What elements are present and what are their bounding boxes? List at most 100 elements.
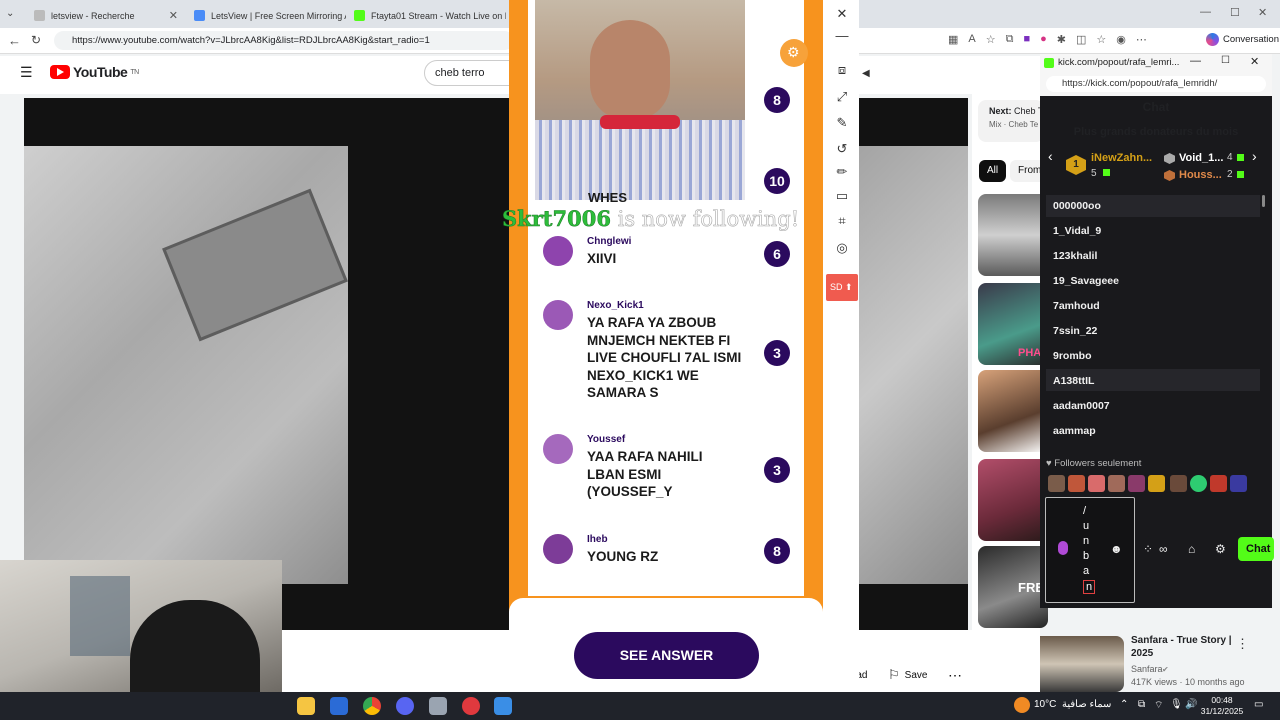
suggestion-thumbnail[interactable]	[978, 194, 1048, 276]
address-bar[interactable]: https://www.youtube.com/watch?v=JLbrcAA8…	[54, 31, 514, 50]
tab-list-chevron-icon[interactable]: ⌄	[6, 8, 14, 19]
crop-icon[interactable]: ⌗	[834, 213, 850, 229]
chip-all[interactable]: All	[979, 160, 1007, 182]
file-explorer-icon[interactable]	[297, 697, 315, 715]
back-icon[interactable]: ←	[8, 33, 21, 48]
weather-temp[interactable]: 10°C	[1034, 699, 1056, 710]
mention-user[interactable]: 9rombo	[1053, 350, 1092, 362]
emote[interactable]	[1108, 475, 1125, 492]
record-icon[interactable]: ◎	[834, 240, 850, 256]
maximize-icon[interactable]: ☐	[1230, 6, 1240, 19]
mention-user[interactable]: 7amhoud	[1053, 300, 1100, 312]
suggestion-channel[interactable]: Sanfara	[1131, 664, 1163, 674]
app-grid-icon[interactable]: ▦	[948, 33, 958, 46]
close-icon[interactable]: ✕	[1250, 55, 1259, 68]
infinity-icon[interactable]: ∞	[1159, 542, 1168, 556]
system-clock[interactable]: 00:48 31/12/2025	[1200, 695, 1244, 717]
microphone-icon[interactable]	[1058, 541, 1068, 555]
extension-purple-icon[interactable]: ■	[1023, 33, 1030, 46]
recorder-icon[interactable]	[462, 697, 480, 715]
emote[interactable]	[1128, 475, 1145, 492]
reload-icon[interactable]: ↻	[31, 33, 41, 47]
split-screen-icon[interactable]: ◫	[1076, 33, 1086, 46]
next-arrow-icon[interactable]: ›	[1252, 148, 1257, 164]
tab-kick-stream[interactable]: Ftayta01 Stream - Watch Live on K ✕	[346, 3, 506, 28]
read-aloud-icon[interactable]: A	[968, 33, 975, 46]
mention-user[interactable]: 000000oo	[1053, 200, 1101, 212]
chrome-icon[interactable]	[363, 697, 381, 715]
emote[interactable]	[1148, 475, 1165, 492]
favorites-icon[interactable]: ☆	[1096, 33, 1106, 46]
screenshot-icon[interactable]: ⧈	[834, 62, 850, 78]
chat-settings-icon[interactable]: ⚙	[1215, 542, 1226, 556]
hamburger-menu-icon[interactable]: ☰	[20, 64, 33, 81]
extension-pink-icon[interactable]: ●	[1040, 33, 1047, 46]
suggestion-thumbnail[interactable]: PHA	[978, 283, 1048, 365]
pin-icon[interactable]: ✎	[834, 115, 850, 131]
donor-name[interactable]: iNewZahn...	[1091, 152, 1152, 164]
volume-icon[interactable]: 🔊	[1185, 699, 1197, 710]
app-icon[interactable]	[429, 697, 447, 715]
scroll-left-arrow-icon[interactable]: ◀	[862, 68, 870, 79]
donor-name[interactable]: Houss...	[1179, 169, 1222, 181]
tab-letsview-site[interactable]: LetsView | Free Screen Mirroring A ✕	[186, 3, 346, 28]
suggestion-thumbnail[interactable]	[978, 370, 1048, 452]
maximize-icon[interactable]: ☐	[1221, 55, 1230, 66]
up-next-box[interactable]: Next: Cheb T Mix · Cheb Te	[978, 100, 1044, 142]
suggestion-title[interactable]: Sanfara - True Story | 2025	[1131, 634, 1241, 660]
emote[interactable]	[1190, 475, 1207, 492]
store-icon[interactable]: ⌂	[1188, 542, 1195, 556]
prev-arrow-icon[interactable]: ‹	[1048, 148, 1053, 164]
outlook-icon[interactable]	[330, 697, 348, 715]
suggestion-thumbnail[interactable]	[978, 459, 1048, 541]
whiteboard-icon[interactable]: ▭	[834, 188, 850, 204]
channel-points-icon[interactable]: ⁘	[1143, 542, 1153, 556]
emote[interactable]	[1048, 475, 1065, 492]
mention-user[interactable]: A138ttIL	[1053, 375, 1094, 387]
favorite-star-icon[interactable]: ☆	[986, 33, 996, 46]
tray-chevron-icon[interactable]: ⌃	[1120, 699, 1128, 710]
microphone-tray-icon[interactable]: 🎙	[1170, 699, 1183, 710]
minimize-icon[interactable]: —	[1200, 6, 1211, 18]
mention-user[interactable]: 19_Savageee	[1053, 275, 1119, 287]
mention-user[interactable]: 7ssin_22	[1053, 325, 1097, 337]
tray-app-icon[interactable]: ⧉	[1138, 699, 1145, 710]
copilot-button[interactable]: Conversation	[1206, 33, 1279, 46]
mention-user[interactable]: 123khalil	[1053, 250, 1097, 262]
suggestion-thumbnail[interactable]: FRE	[978, 546, 1048, 628]
close-icon[interactable]: ✕	[834, 6, 850, 22]
weather-icon[interactable]	[1014, 697, 1030, 713]
close-window-icon[interactable]: ✕	[1258, 6, 1267, 19]
weather-description[interactable]: سماء صافية	[1062, 699, 1111, 710]
network-icon[interactable]: ⌔	[1154, 699, 1163, 712]
minimize-icon[interactable]: —	[1190, 55, 1201, 67]
rotate-icon[interactable]: ↺	[834, 141, 850, 157]
send-chat-button[interactable]: Chat	[1238, 537, 1274, 561]
quiz-settings-button[interactable]: ⚙	[780, 39, 808, 67]
emote[interactable]	[1210, 475, 1227, 492]
fullscreen-icon[interactable]: ⤢	[834, 89, 850, 105]
emote[interactable]	[1230, 475, 1247, 492]
emote[interactable]	[1088, 475, 1105, 492]
more-actions-icon[interactable]: ⋯	[948, 664, 962, 686]
sd-quality-button[interactable]: SD ⬆	[826, 274, 858, 301]
mention-user[interactable]: aadam0007	[1053, 400, 1110, 412]
youtube-logo[interactable]: YouTube TN	[50, 64, 139, 80]
see-answer-button[interactable]: SEE ANSWER	[574, 632, 759, 679]
emoji-picker-icon[interactable]: ☻	[1110, 542, 1123, 556]
minimize-icon[interactable]: —	[834, 28, 850, 43]
save-button[interactable]: ⚐ Save	[888, 664, 927, 686]
donor-name[interactable]: Void_1...	[1179, 152, 1223, 164]
emote[interactable]	[1068, 475, 1085, 492]
list-scrollbar[interactable]	[1262, 195, 1265, 207]
emote[interactable]	[1170, 475, 1187, 492]
letsview-app-icon[interactable]	[494, 697, 512, 715]
notifications-icon[interactable]: ▭	[1254, 699, 1263, 710]
mention-user[interactable]: aammap	[1053, 425, 1096, 437]
extension-icon[interactable]: ⧉	[1006, 33, 1014, 46]
kick-address-bar[interactable]: https://kick.com/popout/rafa_lemridh/	[1046, 76, 1266, 92]
discord-icon[interactable]	[396, 697, 414, 715]
close-tab-icon[interactable]: ✕	[169, 9, 178, 22]
suggestion-more-icon[interactable]: ⋮	[1236, 636, 1249, 652]
extensions-icon[interactable]: ✱	[1057, 33, 1066, 46]
